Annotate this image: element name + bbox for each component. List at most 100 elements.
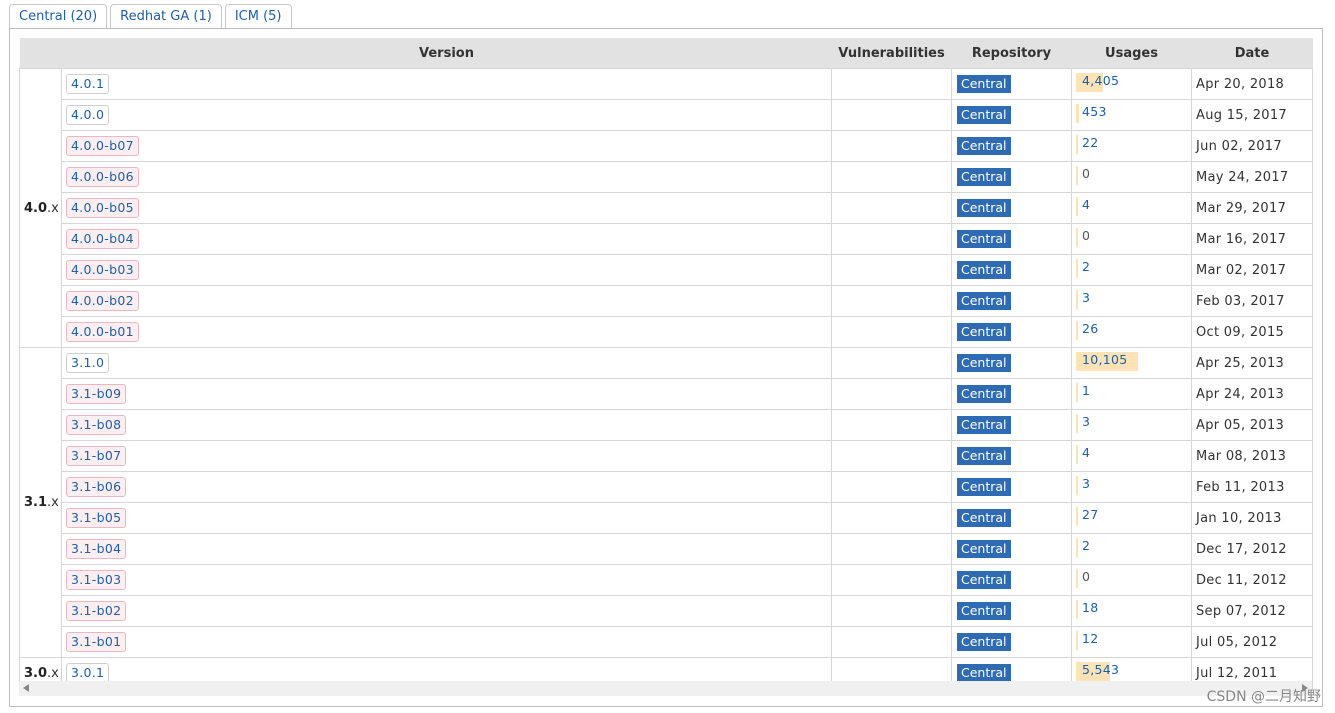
- repository-badge[interactable]: Central: [957, 354, 1011, 372]
- repository-cell: Central: [951, 192, 1072, 224]
- version-link[interactable]: 4.0.0-b04: [66, 229, 139, 249]
- version-link[interactable]: 4.0.0-b01: [66, 322, 139, 342]
- repository-badge[interactable]: Central: [957, 168, 1011, 186]
- table-row: 4.0.0-b05 Central 4 Mar 29, 2017: [20, 192, 1313, 224]
- table-row: 4.0.0-b01 Central 26 Oct 09, 2015: [20, 316, 1313, 348]
- table-row: 4.0.0-b02 Central 3 Feb 03, 2017: [20, 285, 1313, 317]
- repository-badge[interactable]: Central: [957, 323, 1011, 341]
- group-major: 4.0: [24, 200, 48, 216]
- repository-badge[interactable]: Central: [957, 261, 1011, 279]
- watermark: CSDN @二月知野: [1206, 689, 1321, 705]
- repository-badge[interactable]: Central: [957, 478, 1011, 496]
- version-cell: 4.0.0-b01: [61, 316, 832, 348]
- version-link[interactable]: 3.1-b09: [66, 384, 127, 404]
- table-row: 3.1-b09 Central 1 Apr 24, 2013: [20, 378, 1313, 410]
- usage-count[interactable]: 5,543: [1076, 662, 1119, 677]
- release-date: Apr 05, 2013: [1191, 409, 1313, 441]
- horizontal-scrollbar[interactable]: [19, 681, 1312, 696]
- version-link[interactable]: 3.1-b05: [66, 508, 127, 528]
- version-link[interactable]: 3.1-b08: [66, 415, 127, 435]
- repository-badge[interactable]: Central: [957, 106, 1011, 124]
- table-row: 4.0.x 4.0.1 Central 4,405 Apr 20, 2018: [19, 68, 1313, 348]
- version-link[interactable]: 4.0.0-b02: [66, 291, 139, 311]
- usage-count[interactable]: 3: [1076, 414, 1090, 429]
- usage-count[interactable]: 12: [1076, 631, 1099, 646]
- version-group-label: 3.1.x: [19, 347, 62, 658]
- usage-count[interactable]: 10,105: [1076, 352, 1128, 367]
- usage-count[interactable]: 2: [1076, 538, 1090, 553]
- repository-badge[interactable]: Central: [957, 292, 1011, 310]
- usages-cell: 22: [1071, 130, 1192, 162]
- version-link[interactable]: 4.0.0-b07: [66, 136, 139, 156]
- version-link[interactable]: 3.1-b06: [66, 477, 127, 497]
- repository-badge[interactable]: Central: [957, 75, 1011, 93]
- usages-cell: 12: [1071, 626, 1192, 658]
- usage-count[interactable]: 26: [1076, 321, 1099, 336]
- repository-badge[interactable]: Central: [957, 137, 1011, 155]
- release-date: Oct 09, 2015: [1191, 316, 1313, 348]
- table-row: 4.0.0 Central 453 Aug 15, 2017: [20, 99, 1313, 131]
- version-link[interactable]: 4.0.0-b05: [66, 198, 139, 218]
- table-row: 4.0.0-b03 Central 2 Mar 02, 2017: [20, 254, 1313, 286]
- repository-badge[interactable]: Central: [957, 199, 1011, 217]
- repository-badge[interactable]: Central: [957, 416, 1011, 434]
- usages-cell: 2: [1071, 533, 1192, 565]
- usages-cell: 0: [1071, 161, 1192, 193]
- release-date: Jul 05, 2012: [1191, 626, 1313, 658]
- version-link[interactable]: 4.0.0: [66, 105, 110, 125]
- header-version: Version: [61, 38, 832, 69]
- usage-count[interactable]: 4,405: [1076, 73, 1119, 88]
- usage-count[interactable]: 18: [1076, 600, 1099, 615]
- repository-cell: Central: [951, 68, 1072, 100]
- group-suffix: .x: [47, 665, 59, 681]
- version-cell: 4.0.0-b02: [61, 285, 832, 317]
- version-link[interactable]: 4.0.1: [66, 74, 110, 94]
- table-row: 4.0.0-b07 Central 22 Jun 02, 2017: [20, 130, 1313, 162]
- repository-badge[interactable]: Central: [957, 447, 1011, 465]
- version-cell: 3.1-b02: [61, 595, 832, 627]
- version-link[interactable]: 3.1-b07: [66, 446, 127, 466]
- repository-badge[interactable]: Central: [957, 571, 1011, 589]
- version-link[interactable]: 3.1-b04: [66, 539, 127, 559]
- version-link[interactable]: 4.0.0-b06: [66, 167, 139, 187]
- repository-cell: Central: [951, 130, 1072, 162]
- version-cell: 4.0.0: [61, 99, 832, 131]
- usage-count[interactable]: 1: [1076, 383, 1090, 398]
- usage-count[interactable]: 3: [1076, 476, 1090, 491]
- repository-badge[interactable]: Central: [957, 602, 1011, 620]
- usage-count[interactable]: 4: [1076, 197, 1090, 212]
- usages-cell: 0: [1071, 223, 1192, 255]
- usages-cell: 3: [1071, 285, 1192, 317]
- table-row: 3.1-b06 Central 3 Feb 11, 2013: [20, 471, 1313, 503]
- vulnerabilities-cell: [831, 378, 952, 410]
- tab-redhat-ga[interactable]: Redhat GA (1): [110, 4, 222, 28]
- repository-cell: Central: [951, 161, 1072, 193]
- version-link[interactable]: 3.0.1: [66, 663, 110, 683]
- version-link[interactable]: 4.0.0-b03: [66, 260, 139, 280]
- version-link[interactable]: 3.1-b01: [66, 632, 127, 652]
- tab-icm[interactable]: ICM (5): [224, 4, 292, 28]
- usages-cell: 27: [1071, 502, 1192, 534]
- usage-count[interactable]: 3: [1076, 290, 1090, 305]
- version-link[interactable]: 3.1.0: [66, 353, 110, 373]
- usages-cell: 453: [1071, 99, 1192, 131]
- table-row: 3.1-b07 Central 4 Mar 08, 2013: [20, 440, 1313, 472]
- vulnerabilities-cell: [831, 285, 952, 317]
- usage-count[interactable]: 22: [1076, 135, 1099, 150]
- usage-count[interactable]: 27: [1076, 507, 1099, 522]
- scroll-left-icon[interactable]: [23, 684, 29, 692]
- repository-badge[interactable]: Central: [957, 664, 1011, 682]
- usage-count[interactable]: 2: [1076, 259, 1090, 274]
- repository-badge[interactable]: Central: [957, 385, 1011, 403]
- repository-badge[interactable]: Central: [957, 633, 1011, 651]
- repository-badge[interactable]: Central: [957, 540, 1011, 558]
- repository-badge[interactable]: Central: [957, 230, 1011, 248]
- group-major: 3.1: [24, 495, 48, 510]
- version-link[interactable]: 3.1-b02: [66, 601, 127, 621]
- version-link[interactable]: 3.1-b03: [66, 570, 127, 590]
- release-date: Apr 20, 2018: [1191, 68, 1313, 100]
- usage-count[interactable]: 4: [1076, 445, 1090, 460]
- usage-count[interactable]: 453: [1076, 104, 1107, 119]
- repository-badge[interactable]: Central: [957, 509, 1011, 527]
- tab-central[interactable]: Central (20): [9, 4, 108, 29]
